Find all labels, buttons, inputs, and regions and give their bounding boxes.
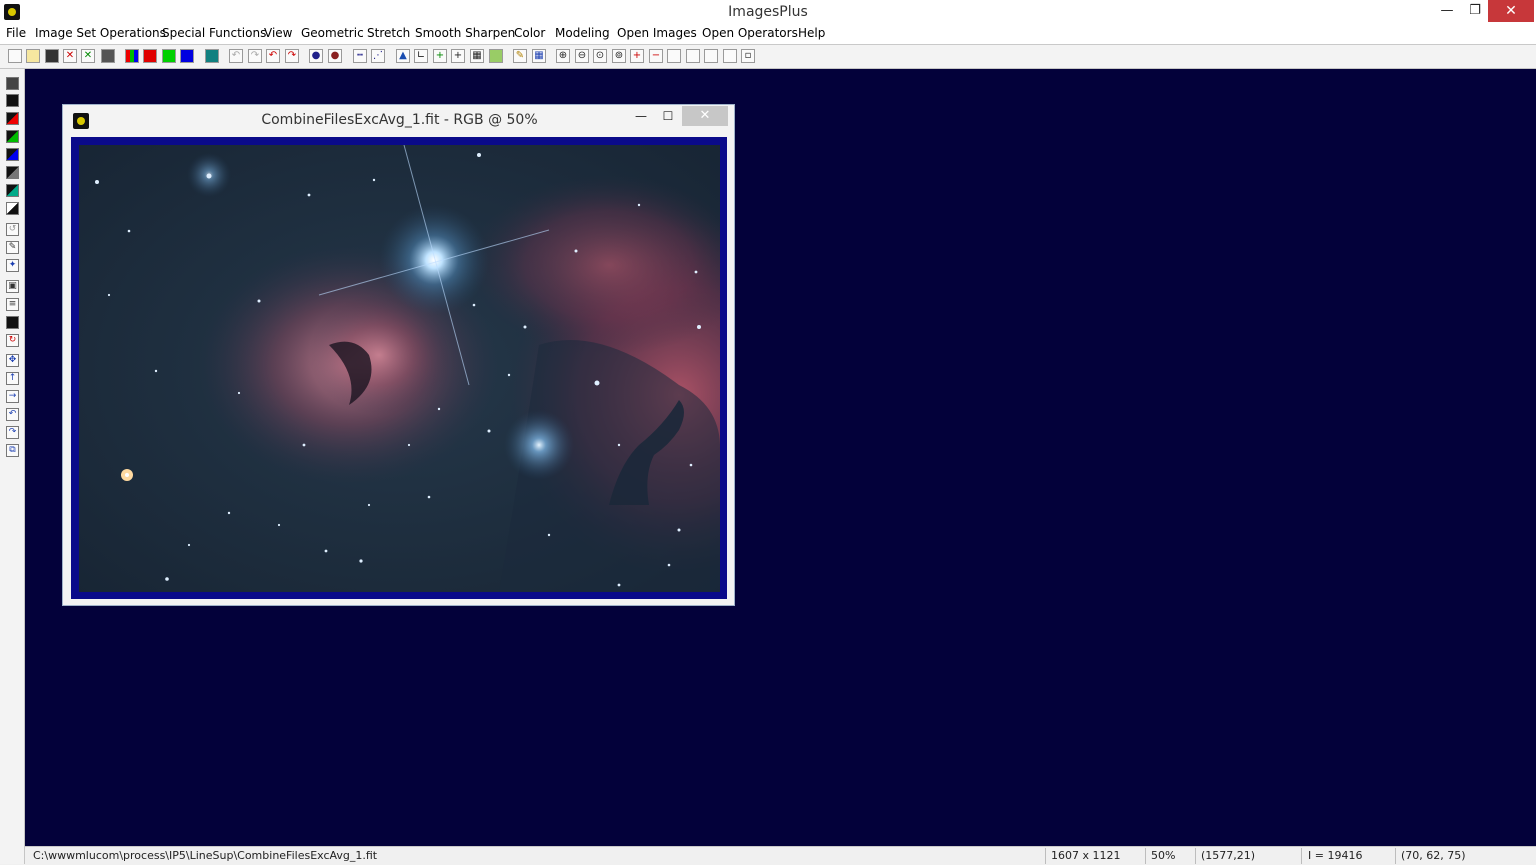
menu-stretch[interactable]: Stretch bbox=[367, 26, 410, 40]
astro-image[interactable] bbox=[79, 145, 720, 592]
menu-smooth-sharpen[interactable]: Smooth Sharpen bbox=[415, 26, 515, 40]
invert-icon[interactable] bbox=[6, 202, 19, 215]
menu-color[interactable]: Color bbox=[514, 26, 545, 40]
grid-icon[interactable]: ▦ bbox=[470, 49, 484, 63]
up-arrow-icon[interactable]: ↑ bbox=[6, 372, 19, 385]
redo-small-icon[interactable]: ↷ bbox=[6, 426, 19, 439]
red-channel-small-icon[interactable] bbox=[6, 112, 19, 125]
image-frame bbox=[71, 137, 727, 599]
status-bar: C:\wwwmlucom\process\IP5\LineSup\Combine… bbox=[25, 846, 1536, 865]
undo-small-icon[interactable]: ↶ bbox=[6, 408, 19, 421]
menu-open-images[interactable]: Open Images bbox=[617, 26, 697, 40]
crosshair-icon[interactable]: + bbox=[451, 49, 465, 63]
table-icon[interactable]: ▦ bbox=[532, 49, 546, 63]
frame-2-icon[interactable] bbox=[686, 49, 700, 63]
crosshair-green-icon[interactable]: + bbox=[433, 49, 447, 63]
menu-geometric[interactable]: Geometric bbox=[301, 26, 364, 40]
save-small-icon[interactable] bbox=[6, 77, 19, 90]
menu-open-operators[interactable]: Open Operators bbox=[702, 26, 798, 40]
status-zoom: 50% bbox=[1151, 849, 1176, 862]
rotate-red-icon[interactable]: ↻ bbox=[6, 334, 19, 347]
zoom-actual-icon[interactable]: ⊚ bbox=[612, 49, 626, 63]
status-intensity: I = 19416 bbox=[1308, 849, 1363, 862]
rectangle-icon[interactable] bbox=[6, 316, 19, 329]
align-icon[interactable]: ≡ bbox=[6, 298, 19, 311]
frame-5-icon[interactable]: ▫ bbox=[741, 49, 755, 63]
status-separator bbox=[1395, 848, 1396, 864]
ellipse-select-icon[interactable]: ● bbox=[328, 49, 342, 63]
image-window-close-button[interactable]: ✕ bbox=[682, 106, 728, 126]
blue-channel-small-icon[interactable] bbox=[6, 148, 19, 161]
rotate-gray-icon[interactable]: ↺ bbox=[6, 223, 19, 236]
redo-icon[interactable]: ↷ bbox=[285, 49, 299, 63]
right-arrow-icon[interactable]: → bbox=[6, 390, 19, 403]
frame-1-icon[interactable] bbox=[667, 49, 681, 63]
status-file-path: C:\wwwmlucom\process\IP5\LineSup\Combine… bbox=[33, 849, 378, 862]
black-square-icon[interactable] bbox=[6, 94, 19, 107]
move-icon[interactable]: ✥ bbox=[6, 354, 19, 367]
zoom-out-icon[interactable]: ⊖ bbox=[575, 49, 589, 63]
close-x-green-icon[interactable]: ✕ bbox=[81, 49, 95, 63]
red-channel-icon[interactable] bbox=[143, 49, 157, 63]
menu-view[interactable]: View bbox=[264, 26, 292, 40]
maximize-button[interactable]: ❐ bbox=[1458, 0, 1492, 22]
status-dimensions: 1607 x 1121 bbox=[1051, 849, 1121, 862]
save-icon[interactable] bbox=[45, 49, 59, 63]
green-channel-small-icon[interactable] bbox=[6, 130, 19, 143]
frame-4-icon[interactable] bbox=[723, 49, 737, 63]
redo-disabled-icon: ↷ bbox=[248, 49, 262, 63]
status-separator bbox=[1145, 848, 1146, 864]
open-file-icon[interactable] bbox=[26, 49, 40, 63]
crop-icon[interactable]: ▣ bbox=[6, 280, 19, 293]
remove-frame-icon[interactable]: − bbox=[649, 49, 663, 63]
nebula-image bbox=[79, 145, 720, 592]
image-window[interactable]: CombineFilesExcAvg_1.fit - RGB @ 50% — ☐… bbox=[62, 104, 735, 606]
blue-channel-icon[interactable] bbox=[180, 49, 194, 63]
status-separator bbox=[1195, 848, 1196, 864]
image-window-maximize-button[interactable]: ☐ bbox=[654, 106, 682, 126]
title-bar: ImagesPlus — ❐ ✕ bbox=[0, 0, 1536, 24]
left-toolbar: ↺ ✎ ✦ ▣ ≡ ↻ ✥ ↑ → ↶ ↷ ⧉ bbox=[0, 69, 25, 864]
mono-channel-2-icon[interactable] bbox=[6, 184, 19, 197]
new-file-icon[interactable] bbox=[8, 49, 22, 63]
image-icon[interactable] bbox=[489, 49, 503, 63]
toolbar: ✕ ✕ ↶ ↷ ↶ ↷ ● ● ┅ ⋰ ▲ ∟ + + ▦ ✎ ▦ ⊕ ⊖ ⊙ … bbox=[0, 45, 1536, 69]
close-button[interactable]: ✕ bbox=[1488, 0, 1534, 22]
status-separator bbox=[1045, 848, 1046, 864]
star-icon[interactable]: ✦ bbox=[6, 259, 19, 272]
mono-channel-icon[interactable] bbox=[6, 166, 19, 179]
display-icon[interactable] bbox=[205, 49, 219, 63]
menu-special-functions[interactable]: Special Functions bbox=[162, 26, 266, 40]
circle-select-icon[interactable]: ● bbox=[309, 49, 323, 63]
menu-bar: File Image Set Operations Special Functi… bbox=[0, 24, 1536, 45]
close-x-red-icon[interactable]: ✕ bbox=[63, 49, 77, 63]
zoom-fit-icon[interactable]: ⊙ bbox=[593, 49, 607, 63]
menu-modeling[interactable]: Modeling bbox=[555, 26, 610, 40]
image-window-minimize-button[interactable]: — bbox=[627, 106, 655, 126]
menu-help[interactable]: Help bbox=[798, 26, 825, 40]
menu-file[interactable]: File bbox=[6, 26, 26, 40]
triangle-icon[interactable]: ▲ bbox=[396, 49, 410, 63]
menu-image-set-operations[interactable]: Image Set Operations bbox=[35, 26, 166, 40]
copy-icon[interactable]: ⧉ bbox=[6, 444, 19, 457]
frame-3-icon[interactable] bbox=[704, 49, 718, 63]
line-dots-icon[interactable]: ┅ bbox=[353, 49, 367, 63]
green-channel-icon[interactable] bbox=[162, 49, 176, 63]
undo-icon[interactable]: ↶ bbox=[266, 49, 280, 63]
zoom-in-icon[interactable]: ⊕ bbox=[556, 49, 570, 63]
app-title: ImagesPlus bbox=[728, 4, 808, 20]
add-frame-icon[interactable]: + bbox=[630, 49, 644, 63]
print-icon[interactable] bbox=[101, 49, 115, 63]
pencil-icon[interactable]: ✎ bbox=[513, 49, 527, 63]
plot-icon[interactable]: ⋰ bbox=[371, 49, 385, 63]
edit-icon[interactable]: ✎ bbox=[6, 241, 19, 254]
status-separator bbox=[1301, 848, 1302, 864]
undo-disabled-icon: ↶ bbox=[229, 49, 243, 63]
angle-icon[interactable]: ∟ bbox=[414, 49, 428, 63]
status-rgb-values: (70, 62, 75) bbox=[1401, 849, 1466, 862]
status-cursor-position: (1577,21) bbox=[1201, 849, 1256, 862]
rgb-channels-icon[interactable] bbox=[125, 49, 139, 63]
